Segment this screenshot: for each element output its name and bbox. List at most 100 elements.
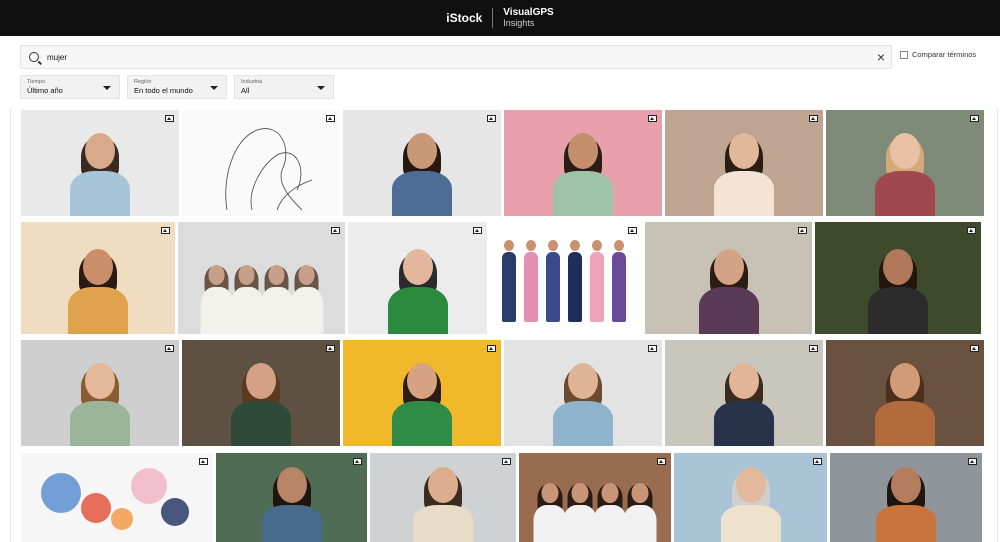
compare-terms-checkbox[interactable]: Comparar términos	[900, 50, 976, 59]
image-thumbnail[interactable]	[343, 340, 501, 446]
person-figure	[868, 233, 928, 334]
image-icon	[331, 227, 340, 234]
image-icon	[648, 115, 657, 122]
face	[85, 363, 115, 400]
person-figure	[875, 351, 935, 446]
image-thumbnail[interactable]	[826, 340, 984, 446]
person-figure	[876, 462, 936, 542]
close-icon[interactable]: ×	[877, 49, 885, 65]
illustration-shape	[41, 473, 81, 513]
face	[735, 466, 766, 503]
filter-label: Industria	[241, 79, 263, 85]
image-icon	[199, 458, 208, 465]
search-bar[interactable]: ×	[20, 45, 892, 69]
face	[883, 248, 913, 285]
face	[541, 482, 559, 503]
torso	[230, 286, 263, 334]
image-thumbnail[interactable]	[490, 222, 642, 334]
illustrated-head	[504, 240, 514, 251]
torso	[875, 401, 935, 446]
image-thumbnail[interactable]	[343, 110, 501, 216]
torso	[261, 504, 322, 542]
face	[208, 265, 225, 285]
face	[407, 363, 437, 400]
line-art-stroke	[225, 128, 313, 211]
image-icon	[326, 115, 335, 122]
face	[571, 482, 589, 503]
illustration-shape	[81, 493, 111, 523]
person-figure	[392, 351, 452, 446]
person-figure	[200, 233, 233, 334]
filter-label: Tiempo	[27, 79, 46, 85]
illustration-shape	[111, 508, 133, 530]
torso	[392, 401, 452, 446]
illustrated-woman	[546, 240, 560, 322]
person-figure	[698, 233, 759, 334]
filter-time[interactable]: Tiempo Último año	[20, 75, 120, 99]
image-icon	[165, 115, 174, 122]
search-input[interactable]	[47, 52, 847, 62]
image-thumbnail[interactable]	[665, 340, 823, 446]
image-thumbnail[interactable]	[826, 110, 984, 216]
image-thumbnail[interactable]	[504, 110, 662, 216]
torso	[392, 171, 452, 216]
illustration-shape	[161, 498, 189, 526]
torso	[875, 171, 935, 216]
person-figure	[68, 233, 128, 334]
image-thumbnail[interactable]	[519, 453, 671, 542]
person-figure	[290, 233, 323, 334]
istock-logo[interactable]: iStock	[446, 11, 482, 25]
face	[890, 363, 920, 400]
image-thumbnail[interactable]	[674, 453, 827, 542]
image-thumbnail[interactable]	[21, 340, 179, 446]
filter-region[interactable]: Región En todo el mundo	[127, 75, 227, 99]
person-figure	[875, 121, 935, 216]
image-icon	[326, 345, 335, 352]
image-icon	[161, 227, 170, 234]
visualgps-logo[interactable]: VisualGPS Insights	[503, 8, 553, 29]
image-thumbnail[interactable]	[21, 110, 179, 216]
face	[890, 133, 920, 170]
face	[85, 133, 115, 170]
torso	[714, 171, 774, 216]
torso	[553, 401, 613, 446]
image-thumbnail[interactable]	[178, 222, 345, 334]
person-figure	[261, 462, 322, 542]
person-figure	[70, 351, 130, 446]
filter-industry[interactable]: Industria All	[234, 75, 334, 99]
face	[407, 133, 437, 170]
image-thumbnail[interactable]	[504, 340, 662, 446]
image-thumbnail[interactable]	[216, 453, 367, 542]
image-thumbnail[interactable]	[182, 340, 340, 446]
torso	[868, 286, 928, 334]
image-thumbnail[interactable]	[21, 453, 213, 542]
image-thumbnail[interactable]	[21, 222, 175, 334]
image-row	[21, 453, 982, 542]
image-icon	[968, 458, 977, 465]
visualgps-subtitle: Insights	[503, 18, 535, 28]
illustrated-head	[614, 240, 624, 251]
image-thumbnail[interactable]	[830, 453, 982, 542]
image-thumbnail[interactable]	[182, 110, 340, 216]
image-thumbnail[interactable]	[370, 453, 516, 542]
checkbox-box[interactable]	[900, 50, 908, 59]
image-thumbnail[interactable]	[348, 222, 487, 334]
torso	[593, 504, 627, 542]
image-thumbnail[interactable]	[665, 110, 823, 216]
face	[402, 248, 433, 285]
image-thumbnail[interactable]	[815, 222, 981, 334]
face	[729, 133, 759, 170]
image-icon	[628, 227, 637, 234]
line-art-illustration	[225, 128, 313, 211]
illustrated-head	[570, 240, 580, 251]
face	[568, 363, 598, 400]
face	[268, 265, 285, 285]
torso	[714, 401, 774, 446]
person-figure	[387, 233, 448, 334]
image-row	[21, 340, 984, 446]
image-icon	[970, 345, 979, 352]
image-thumbnail[interactable]	[645, 222, 812, 334]
person-figure	[392, 121, 452, 216]
torso	[290, 286, 323, 334]
person-figure	[533, 462, 567, 542]
